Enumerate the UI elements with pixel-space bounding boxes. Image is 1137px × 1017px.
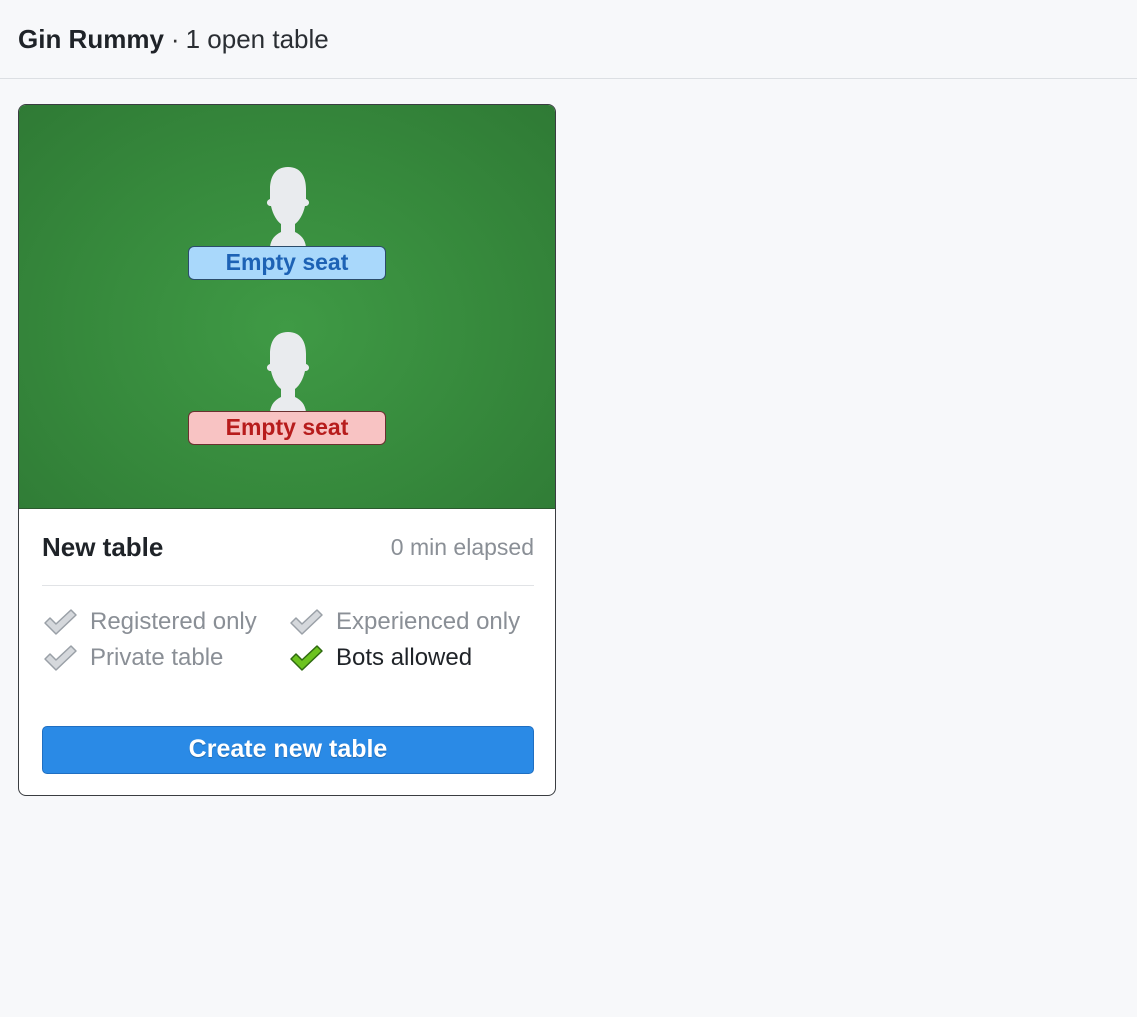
table-name: New table: [42, 531, 164, 562]
table-info: New table 0 min elapsed Registered only …: [42, 509, 534, 674]
seat-2[interactable]: Empty seat: [188, 330, 388, 470]
option-label: Experienced only: [336, 608, 521, 635]
person-silhouette-icon: [266, 332, 310, 412]
option-experienced-only: Experienced only: [288, 606, 534, 638]
check-icon: [290, 609, 323, 635]
seat-1-label[interactable]: Empty seat: [188, 246, 386, 280]
create-new-table-button[interactable]: Create new table: [42, 726, 534, 774]
option-bots-allowed: Bots allowed: [288, 642, 534, 674]
game-title: Gin Rummy: [18, 23, 164, 54]
option-private-table: Private table: [42, 642, 288, 674]
title-separator: ·: [170, 23, 180, 54]
open-tables-count: 1 open table: [185, 23, 329, 54]
option-registered-only: Registered only: [42, 606, 288, 638]
table-title-row: New table 0 min elapsed: [42, 509, 534, 586]
check-icon: [290, 645, 323, 671]
table-options: Registered only Experienced only Private…: [42, 606, 534, 674]
option-label: Bots allowed: [336, 644, 473, 671]
check-icon: [44, 609, 77, 635]
page-header: Gin Rummy · 1 open table: [0, 0, 1137, 79]
check-icon: [44, 645, 77, 671]
table-card: Empty seat Empty seat New table 0 min el…: [18, 104, 556, 796]
seat-1[interactable]: Empty seat: [188, 165, 388, 305]
elapsed-time: 0 min elapsed: [390, 533, 534, 560]
table-felt: Empty seat Empty seat: [19, 105, 555, 509]
option-label: Registered only: [90, 608, 257, 635]
person-silhouette-icon: [266, 167, 310, 247]
seat-2-label[interactable]: Empty seat: [188, 411, 386, 445]
option-label: Private table: [90, 644, 224, 671]
